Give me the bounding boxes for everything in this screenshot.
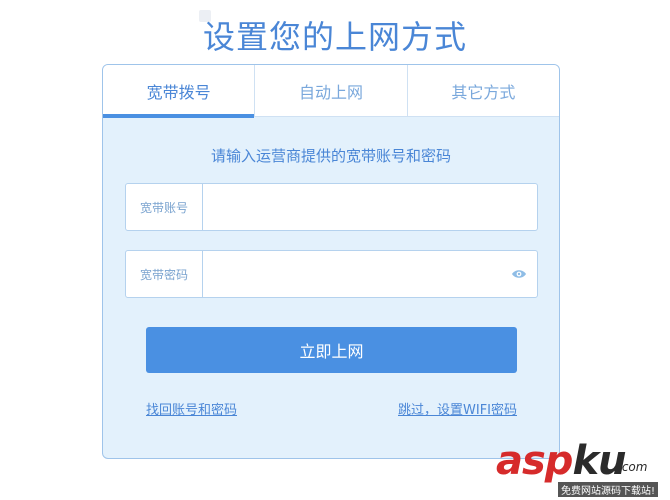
tab-pppoe[interactable]: 宽带拨号 (103, 65, 256, 118)
page-title: 设置您的上网方式 (202, 18, 467, 56)
setup-card: 宽带拨号 自动上网 其它方式 请输入运营商提供的宽带账号和密码 宽带账号 宽带密… (102, 64, 560, 459)
password-field: 宽带密码 (125, 250, 538, 298)
connect-now-button[interactable]: 立即上网 (146, 327, 517, 373)
account-input[interactable] (203, 184, 537, 230)
watermark-logo: aspku (496, 438, 627, 484)
watermark-tagline: 免费网站源码下载站! (558, 482, 659, 497)
password-input[interactable] (203, 251, 501, 297)
skip-to-wifi-link[interactable]: 跳过，设置WIFI密码 (398, 399, 517, 418)
tab-other[interactable]: 其它方式 (408, 65, 559, 117)
watermark-domain: .com (618, 460, 648, 474)
form-instruction: 请输入运营商提供的宽带账号和密码 (210, 147, 451, 165)
password-label: 宽带密码 (126, 251, 203, 297)
account-field: 宽带账号 (125, 183, 538, 231)
site-watermark: aspku .com 免费网站源码下载站! (496, 438, 666, 497)
account-label: 宽带账号 (126, 184, 203, 230)
tab-dhcp[interactable]: 自动上网 (255, 65, 408, 117)
eye-icon[interactable] (501, 251, 537, 297)
forgot-credentials-link[interactable]: 找回账号和密码 (146, 399, 237, 418)
connection-type-tabs: 宽带拨号 自动上网 其它方式 (103, 65, 559, 118)
